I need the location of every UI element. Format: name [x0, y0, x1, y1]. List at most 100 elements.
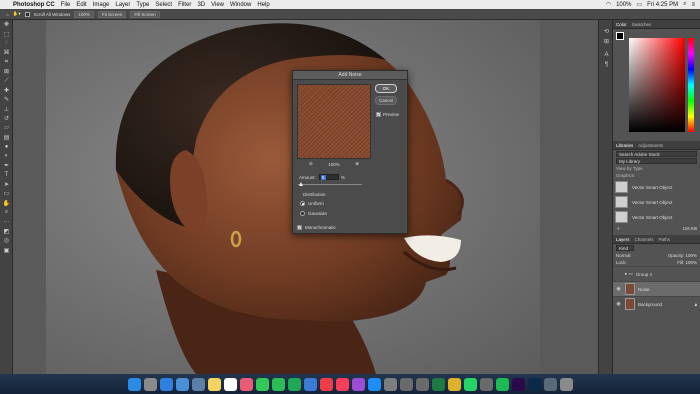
trash-icon[interactable]	[559, 377, 573, 391]
frame-tool-icon[interactable]: ⊠	[0, 67, 13, 76]
amount-slider[interactable]	[298, 182, 362, 186]
noise-preview[interactable]	[297, 84, 371, 159]
menu-layer[interactable]: Layer	[115, 2, 130, 8]
tab-paths[interactable]: Paths	[659, 237, 671, 242]
more-tools-icon[interactable]: ···	[0, 217, 13, 226]
calendar-icon[interactable]	[223, 377, 237, 391]
menu-3d[interactable]: 3D	[197, 2, 205, 8]
view-by-type[interactable]: View by Type	[613, 165, 700, 172]
quick-select-icon[interactable]: ⌘	[0, 48, 13, 57]
visibility-eye-icon[interactable]: ◉	[615, 301, 622, 307]
podcasts-icon[interactable]	[351, 377, 365, 391]
layer-row-noise[interactable]: ◉ Noise	[613, 281, 700, 296]
photos-icon[interactable]	[239, 377, 253, 391]
foreground-color[interactable]	[616, 32, 624, 40]
news-icon[interactable]	[319, 377, 333, 391]
brush-tool-icon[interactable]: ✎	[0, 95, 13, 104]
clone-stamp-icon[interactable]: ⊥	[0, 105, 13, 114]
character-icon[interactable]: A	[599, 50, 614, 60]
preview-checkbox[interactable]: ✓	[376, 112, 381, 117]
gaussian-radio[interactable]	[300, 211, 305, 216]
music-icon[interactable]	[335, 377, 349, 391]
blend-mode-select[interactable]: Normal	[616, 253, 631, 258]
numbers-icon[interactable]	[287, 377, 301, 391]
layer-kind-filter[interactable]: Kind	[616, 245, 634, 251]
settings-icon[interactable]	[383, 377, 397, 391]
hand-tool-icon[interactable]: ✋▾	[13, 11, 21, 17]
layer-row-background[interactable]: ◉ Background 🔒︎	[613, 296, 700, 311]
hand-tool-icon[interactable]: ✋	[0, 198, 13, 207]
tab-layers[interactable]: Layers	[616, 237, 630, 242]
keynote-icon[interactable]	[303, 377, 317, 391]
shape-tool-icon[interactable]: ▭	[0, 189, 13, 198]
battery-icon[interactable]: ▭	[636, 1, 642, 8]
scroll-all-checkbox[interactable]	[24, 11, 30, 17]
menu-filter[interactable]: Filter	[178, 2, 191, 8]
library-item[interactable]: Vector Smart Object	[615, 210, 698, 224]
color-field[interactable]	[629, 38, 685, 132]
library-item[interactable]: Vector Smart Object	[615, 180, 698, 194]
fill-screen-button[interactable]: Fill Screen	[130, 10, 160, 18]
search-icon[interactable]: ⌕	[683, 1, 686, 8]
tab-libraries[interactable]: Libraries	[616, 143, 633, 148]
hue-slider[interactable]	[688, 38, 694, 132]
menu-help[interactable]: Help	[257, 2, 269, 8]
photoshop-icon[interactable]	[527, 377, 541, 391]
battery-label[interactable]: 100%	[616, 2, 631, 8]
tab-adjustments[interactable]: Adjustments	[638, 143, 663, 148]
zoom-in-icon[interactable]: ⊕	[355, 161, 359, 167]
ok-button[interactable]: OK	[375, 84, 397, 93]
type-tool-icon[interactable]: T	[0, 170, 13, 179]
amount-input[interactable]: 5	[319, 174, 339, 180]
properties-icon[interactable]: ⊞	[599, 36, 614, 46]
launchpad-icon[interactable]	[143, 377, 157, 391]
help-icon[interactable]	[399, 377, 413, 391]
color-swatches-icon[interactable]: ◩	[0, 227, 13, 236]
monochromatic-checkbox[interactable]: ✓	[297, 225, 302, 230]
safari-icon[interactable]	[159, 377, 173, 391]
menu-type[interactable]: Type	[136, 2, 149, 8]
tab-channels[interactable]: Channels	[635, 237, 654, 242]
quick-mask-icon[interactable]: ◎	[0, 236, 13, 245]
preview-icon[interactable]	[191, 377, 205, 391]
dodge-tool-icon[interactable]: ◐	[0, 151, 13, 160]
tab-color[interactable]: Color	[616, 22, 627, 27]
healing-brush-icon[interactable]: ✚	[0, 86, 13, 95]
eyedropper-icon[interactable]: ⟋	[0, 76, 13, 85]
paragraph-icon[interactable]: ¶	[599, 60, 614, 70]
menu-file[interactable]: File	[61, 2, 71, 8]
screen-mode-icon[interactable]: ▣	[0, 245, 13, 254]
facetime-icon[interactable]	[271, 377, 285, 391]
layer-row-group[interactable]: ▸ ▭ Group 4	[613, 266, 700, 281]
menu-list-icon[interactable]: ≡	[691, 2, 695, 8]
menu-view[interactable]: View	[211, 2, 224, 8]
messages-icon[interactable]	[255, 377, 269, 391]
uniform-option[interactable]: Uniform	[300, 201, 324, 206]
menu-window[interactable]: Window	[230, 2, 251, 8]
wifi-icon[interactable]: ◠	[606, 1, 611, 8]
preview-checkbox-row[interactable]: ✓ Preview	[376, 112, 399, 117]
zoom-tool-icon[interactable]: ⌕	[0, 208, 13, 217]
fill-field[interactable]: Fill: 100%	[677, 260, 697, 265]
home-icon[interactable]: ⌂	[6, 12, 9, 17]
menu-image[interactable]: Image	[93, 2, 110, 8]
downloads-icon[interactable]	[543, 377, 557, 391]
menu-edit[interactable]: Edit	[76, 2, 86, 8]
tab-swatches[interactable]: Swatches	[632, 22, 652, 27]
opacity-field[interactable]: Opacity: 100%	[668, 253, 697, 258]
history-icon[interactable]: ⟲	[599, 26, 614, 36]
marquee-tool-icon[interactable]: ⬚	[0, 29, 13, 38]
help-icon[interactable]	[479, 377, 493, 391]
gradient-tool-icon[interactable]: ▤	[0, 133, 13, 142]
zoom-out-icon[interactable]: ⊖	[309, 161, 313, 167]
uniform-radio[interactable]	[300, 201, 305, 206]
path-select-icon[interactable]: ➤	[0, 180, 13, 189]
appstore-icon[interactable]	[367, 377, 381, 391]
mail-icon[interactable]	[175, 377, 189, 391]
spotify-icon[interactable]	[495, 377, 509, 391]
gaussian-option[interactable]: Gaussian	[300, 211, 327, 216]
zoom-100-button[interactable]: 100%	[74, 10, 94, 18]
menu-select[interactable]: Select	[155, 2, 172, 8]
blur-tool-icon[interactable]: ●	[0, 142, 13, 151]
chrome-icon[interactable]	[447, 377, 461, 391]
